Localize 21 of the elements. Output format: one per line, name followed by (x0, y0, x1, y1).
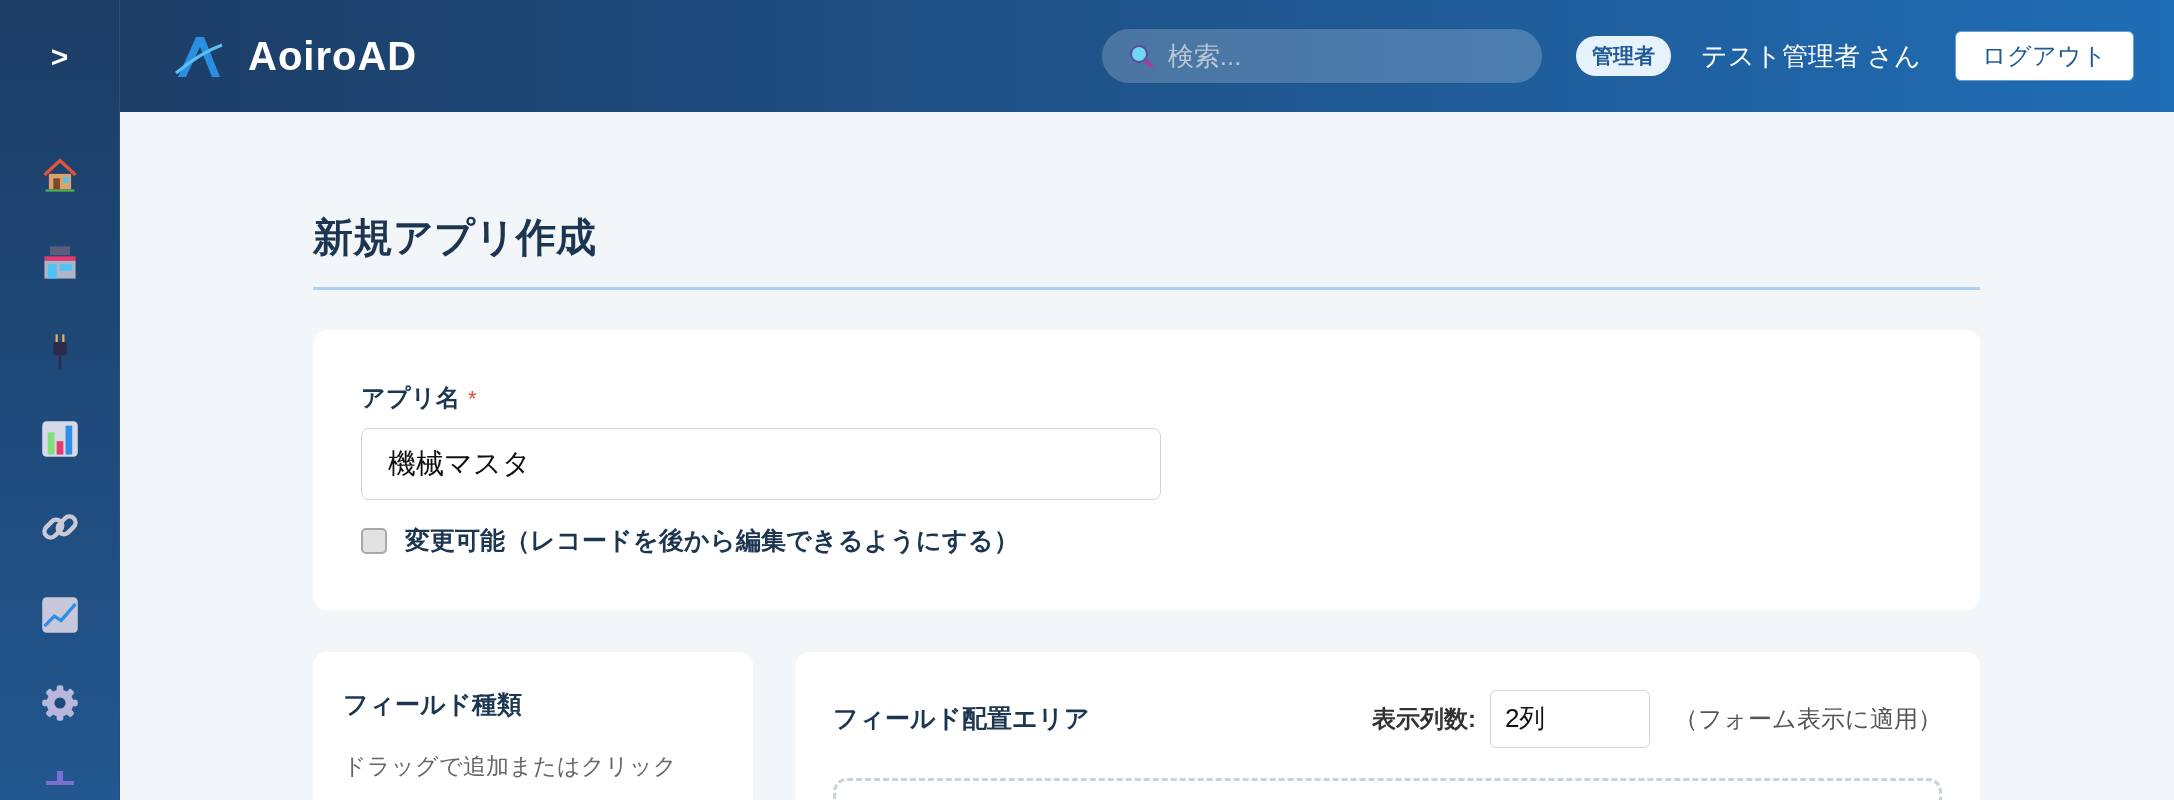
bar-chart-icon[interactable] (39, 419, 80, 459)
line-chart-icon[interactable] (39, 595, 80, 635)
columns-note: （フォーム表示に適用） (1674, 703, 1942, 734)
checkbox[interactable] (361, 527, 387, 554)
role-badge: 管理者 (1575, 36, 1671, 76)
user-name: テスト管理者 さん (1700, 39, 1921, 73)
columns-field[interactable]: 2列 (1490, 689, 1650, 748)
brand-name: AoiroAD (248, 33, 418, 80)
field-label: アプリ名 (361, 383, 460, 413)
card-title: フィールド配置エリア (833, 702, 1090, 734)
app-name-field[interactable]: 機械マスタ (361, 428, 1161, 500)
required-mark: * (468, 384, 477, 413)
card-title: フィールド種類 (343, 688, 523, 720)
expand-button[interactable]: > (50, 33, 69, 79)
columns-label: 表示列数: (1372, 703, 1476, 734)
search-icon (1127, 43, 1154, 69)
page-title: 新規アプリ作成 (313, 207, 1980, 290)
checkbox-label: 変更可能（レコードを後から編集できるようにする） (405, 525, 1019, 556)
card-hint: ドラッグで追加またはクリック (343, 752, 678, 781)
logout-button[interactable]: ログアウト (1955, 31, 2134, 81)
settings-icon[interactable] (39, 683, 80, 723)
